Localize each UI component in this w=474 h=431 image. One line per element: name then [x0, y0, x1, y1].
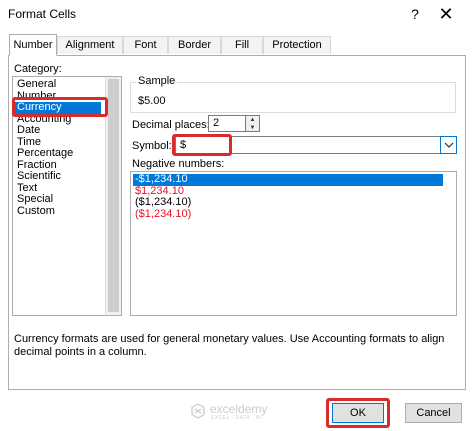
- category-item-scientific[interactable]: Scientific: [17, 170, 117, 183]
- category-scrollbar-thumb[interactable]: [108, 79, 119, 312]
- watermark-tagline: EXCEL · DATA · BI: [211, 415, 262, 421]
- negative-numbers-label: Negative numbers:: [132, 158, 225, 170]
- close-button[interactable]: ✕: [434, 3, 458, 25]
- decimal-places-spinner[interactable]: ▲ ▼: [246, 115, 260, 132]
- format-description: Currency formats are used for general mo…: [14, 333, 445, 358]
- symbol-select[interactable]: $: [175, 136, 457, 154]
- negative-numbers-list[interactable]: -$1,234.10 $1,234.10 ($1,234.10) ($1,234…: [130, 171, 457, 316]
- exceldemy-logo-icon: [191, 403, 205, 419]
- category-item-special[interactable]: Special: [17, 193, 117, 206]
- tab-fill[interactable]: Fill: [221, 36, 263, 54]
- watermark-name: exceldemy: [210, 402, 268, 416]
- cancel-button[interactable]: Cancel: [405, 403, 462, 423]
- category-item-general[interactable]: General: [17, 78, 117, 91]
- spin-down-icon[interactable]: ▼: [246, 124, 259, 132]
- negative-format-item[interactable]: ($1,234.10): [135, 196, 191, 209]
- tab-number[interactable]: Number: [9, 34, 57, 56]
- exceldemy-watermark: exceldemy EXCEL · DATA · BI: [190, 402, 285, 422]
- ok-button[interactable]: OK: [332, 403, 384, 423]
- tab-alignment[interactable]: Alignment: [57, 36, 123, 54]
- category-item-custom[interactable]: Custom: [17, 205, 117, 218]
- sample-label: Sample: [136, 75, 178, 87]
- category-item-percentage[interactable]: Percentage: [17, 147, 117, 160]
- negative-format-item[interactable]: ($1,234.10): [135, 208, 191, 221]
- category-list[interactable]: General Number Currency Accounting Date …: [12, 76, 122, 316]
- category-label: Category:: [14, 63, 62, 75]
- category-item-currency[interactable]: Currency: [15, 101, 101, 114]
- category-item-date[interactable]: Date: [17, 124, 117, 137]
- spin-up-icon[interactable]: ▲: [246, 116, 259, 124]
- help-button[interactable]: ?: [405, 4, 425, 24]
- decimal-places-input[interactable]: 2: [208, 115, 246, 132]
- tab-border[interactable]: Border: [168, 36, 221, 54]
- decimal-places-label: Decimal places:: [132, 119, 210, 131]
- dialog-title: Format Cells: [8, 7, 77, 21]
- category-scrollbar[interactable]: [105, 77, 121, 315]
- tab-font[interactable]: Font: [123, 36, 168, 54]
- chevron-down-icon[interactable]: [440, 136, 457, 154]
- tab-protection[interactable]: Protection: [263, 36, 331, 54]
- negative-format-item[interactable]: -$1,234.10: [133, 173, 443, 186]
- sample-value: $5.00: [138, 95, 166, 107]
- sample-group: [130, 82, 456, 113]
- symbol-label: Symbol:: [132, 140, 172, 152]
